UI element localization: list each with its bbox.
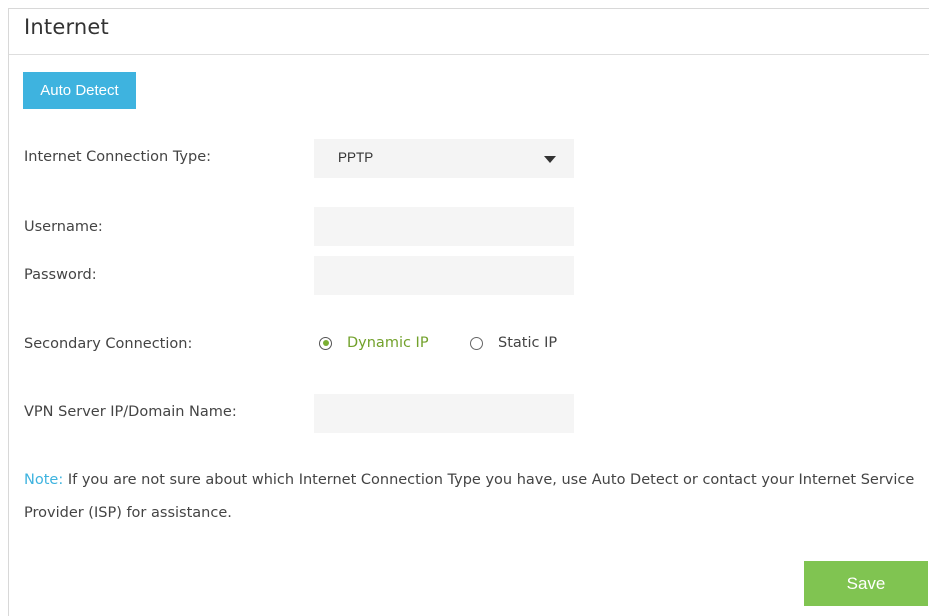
connection-type-label: Internet Connection Type: [24,149,212,165]
username-label: Username: [24,219,103,235]
save-button[interactable]: Save [804,561,928,606]
password-input[interactable] [314,256,574,295]
vpn-server-label: VPN Server IP/Domain Name: [24,404,237,420]
title-divider [9,54,929,55]
chevron-down-icon [544,156,556,163]
username-input[interactable] [314,207,574,246]
static-ip-label: Static IP [498,335,558,351]
connection-type-value: PPTP [338,150,374,165]
dynamic-ip-radio-option[interactable]: Dynamic IP [319,335,429,351]
password-label: Password: [24,267,97,283]
auto-detect-button[interactable]: Auto Detect [23,72,136,109]
page-title: Internet [24,15,109,39]
vpn-server-input[interactable] [314,394,574,433]
dynamic-ip-label: Dynamic IP [347,335,429,351]
radio-checked-icon[interactable] [319,336,332,350]
note-prefix: Note: [24,472,64,488]
secondary-connection-label: Secondary Connection: [24,336,193,352]
static-ip-radio-option[interactable]: Static IP [470,335,557,351]
note-text: If you are not sure about which Internet… [24,472,915,521]
connection-type-select[interactable]: PPTP [314,139,574,178]
help-note: Note: If you are not sure about which In… [24,464,919,530]
radio-unchecked-icon[interactable] [470,336,483,350]
